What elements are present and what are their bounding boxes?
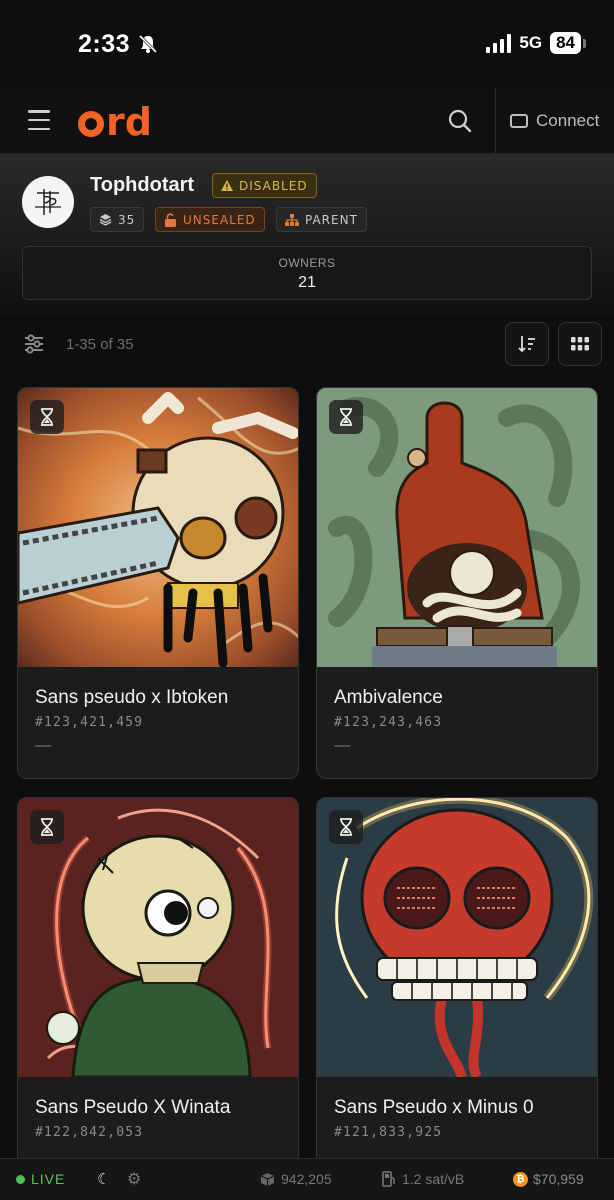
live-indicator: LIVE: [16, 1171, 65, 1187]
inscription-card[interactable]: Sans Pseudo x Minus 0 #121,833,925: [316, 797, 598, 1177]
inscription-number: #122,842,053: [35, 1125, 144, 1140]
inscription-image[interactable]: [18, 798, 298, 1077]
inscription-count-badge: 35: [90, 207, 145, 232]
status-indicators: 5G 84: [486, 32, 586, 54]
battery-icon: [583, 38, 586, 48]
card-title: Sans Pseudo X Winata: [35, 1097, 231, 1118]
owners-label: OWNERS: [278, 256, 336, 270]
owners-value: 21: [298, 274, 316, 291]
bell-slash-icon: [138, 34, 158, 54]
bitcoin-icon: ₿: [513, 1171, 528, 1187]
inscription-number: #121,833,925: [334, 1125, 443, 1140]
card-title: Ambivalence: [334, 687, 443, 708]
result-count: 1-35 of 35: [66, 336, 134, 353]
owners-stat: OWNERS 21: [22, 246, 592, 300]
collection-header: Tophdotart DISABLED 35 UNSEALED PARENT O…: [0, 154, 614, 314]
sitemap-icon: [285, 213, 299, 226]
inscription-number: #123,421,459: [35, 715, 144, 730]
signature-logo: [35, 189, 61, 215]
live-dot-icon: [16, 1174, 25, 1184]
unsealed-badge: UNSEALED: [155, 207, 265, 232]
app-header: rd Connect: [0, 88, 614, 154]
collection-name: Tophdotart: [90, 174, 195, 196]
ord-logo[interactable]: rd: [78, 100, 152, 144]
connect-label: Connect: [536, 111, 600, 130]
inscription-image[interactable]: [317, 798, 597, 1077]
layers-icon: [99, 214, 112, 226]
card-title: Sans pseudo x Ibtoken: [35, 687, 229, 708]
hourglass-icon: [30, 400, 64, 434]
unlock-icon: [165, 212, 176, 227]
search-icon[interactable]: [447, 108, 473, 134]
inscription-card[interactable]: Sans pseudo x Ibtoken #123,421,459 —: [17, 387, 299, 779]
parent-badge[interactable]: PARENT: [276, 207, 367, 232]
btc-price: ₿ $70,959: [513, 1171, 584, 1187]
card-extra: —: [334, 737, 350, 754]
network-type: 5G: [519, 33, 543, 52]
card-extra: —: [35, 737, 51, 754]
battery-level: 84: [550, 32, 581, 54]
connect-button[interactable]: Connect: [510, 108, 599, 134]
hourglass-icon: [329, 810, 363, 844]
sliders-icon[interactable]: [22, 332, 46, 356]
inscription-image[interactable]: [18, 388, 298, 667]
warning-icon: [221, 180, 233, 191]
signal-icon: [486, 33, 512, 53]
status-footer: LIVE ☾ ⚙ 942,205 1.2 sat/vB ₿ $70,959: [0, 1158, 614, 1200]
sort-icon: [518, 336, 535, 353]
card-title: Sans Pseudo x Minus 0: [334, 1097, 534, 1118]
gear-icon[interactable]: ⚙: [127, 1169, 141, 1189]
status-bar: 2:33 5G 84: [0, 0, 614, 88]
collection-avatar: [22, 176, 74, 228]
menu-icon[interactable]: [28, 110, 50, 130]
hourglass-icon: [329, 400, 363, 434]
sort-button[interactable]: [505, 322, 549, 366]
clock: 2:33: [78, 30, 131, 58]
inscription-number: #123,243,463: [334, 715, 443, 730]
inscription-image[interactable]: [317, 388, 597, 667]
fuel-icon: [382, 1171, 395, 1187]
header-divider: [495, 88, 496, 154]
hourglass-icon: [30, 810, 64, 844]
wallet-icon: [510, 114, 528, 128]
fee-rate: 1.2 sat/vB: [382, 1171, 464, 1187]
block-height: 942,205: [260, 1171, 332, 1187]
gallery-toolbar: 1-35 of 35: [0, 318, 614, 374]
inscription-card[interactable]: Ambivalence #123,243,463 —: [316, 387, 598, 779]
cube-icon: [260, 1172, 275, 1186]
moon-icon[interactable]: ☾: [97, 1170, 110, 1188]
grid-icon: [571, 337, 589, 351]
disabled-badge: DISABLED: [212, 173, 317, 198]
grid-view-button[interactable]: [558, 322, 602, 366]
inscription-card[interactable]: Sans Pseudo X Winata #122,842,053: [17, 797, 299, 1177]
